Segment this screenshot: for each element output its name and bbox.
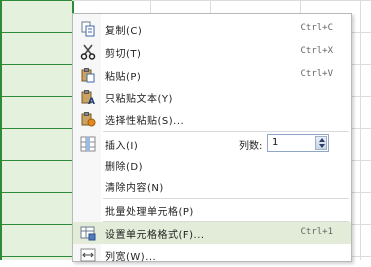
copy-icon [80, 21, 96, 37]
format-cells-icon [80, 225, 96, 241]
menu-item-label: 列宽(W)... [105, 252, 157, 263]
menu-item-label: 选择性粘贴(S)... [105, 116, 185, 127]
menu-item-paste-text[interactable]: A 只粘贴文本(Y) [73, 86, 351, 108]
stepper-down-icon[interactable] [319, 144, 325, 148]
column-count-label: 列数: [239, 141, 263, 152]
menu-item-format-cells[interactable]: 设置单元格格式(F)... Ctrl+1 [73, 222, 351, 244]
stepper-up-icon[interactable] [319, 138, 325, 142]
menu-item-paste[interactable]: 粘贴(P) Ctrl+V [73, 64, 351, 86]
context-menu: 复制(C) Ctrl+C 剪切(T) Ctrl+X 粘贴(P) Ctrl+V A… [72, 13, 352, 263]
menu-item-shortcut: Ctrl+1 [300, 227, 333, 237]
menu-item-label: 复制(C) [105, 26, 143, 37]
menu-item-label: 设置单元格格式(F)... [105, 230, 205, 241]
menu-item-batch-process[interactable]: 批量处理单元格(P) [73, 199, 351, 221]
paste-text-icon: A [80, 89, 96, 107]
svg-text:A: A [88, 97, 95, 105]
menu-item-label: 插入(I) [105, 141, 139, 152]
menu-separator [103, 131, 349, 132]
menu-item-label: 批量处理单元格(P) [105, 207, 194, 218]
menu-item-clear-contents[interactable]: 清除内容(N) [73, 175, 351, 197]
menu-item-label: 只粘贴文本(Y) [105, 94, 173, 105]
column-count-value[interactable]: 1 [272, 137, 278, 148]
menu-item-column-width[interactable]: 列宽(W)... [73, 244, 351, 266]
stepper-buttons[interactable] [315, 136, 327, 150]
menu-item-shortcut: Ctrl+V [300, 69, 333, 79]
cut-icon [80, 44, 96, 60]
menu-item-label: 粘贴(P) [105, 72, 142, 83]
menu-item-label: 清除内容(N) [105, 183, 164, 194]
menu-item-delete[interactable]: 删除(D) [73, 154, 351, 176]
menu-item-shortcut: Ctrl+X [300, 46, 333, 56]
menu-item-label: 删除(D) [105, 162, 144, 173]
menu-item-insert[interactable]: 插入(I) 列数: 1 [73, 133, 351, 155]
selected-column[interactable] [0, 0, 74, 260]
column-count-stepper[interactable]: 1 [267, 134, 329, 152]
column-width-icon [80, 247, 96, 263]
menu-item-copy[interactable]: 复制(C) Ctrl+C [73, 18, 351, 40]
paste-special-icon [80, 111, 96, 127]
menu-item-label: 剪切(T) [105, 49, 142, 60]
paste-icon [80, 67, 96, 83]
insert-column-icon [80, 136, 96, 152]
menu-item-cut[interactable]: 剪切(T) Ctrl+X [73, 41, 351, 63]
menu-item-paste-special[interactable]: 选择性粘贴(S)... [73, 108, 351, 130]
menu-item-shortcut: Ctrl+C [300, 23, 333, 33]
